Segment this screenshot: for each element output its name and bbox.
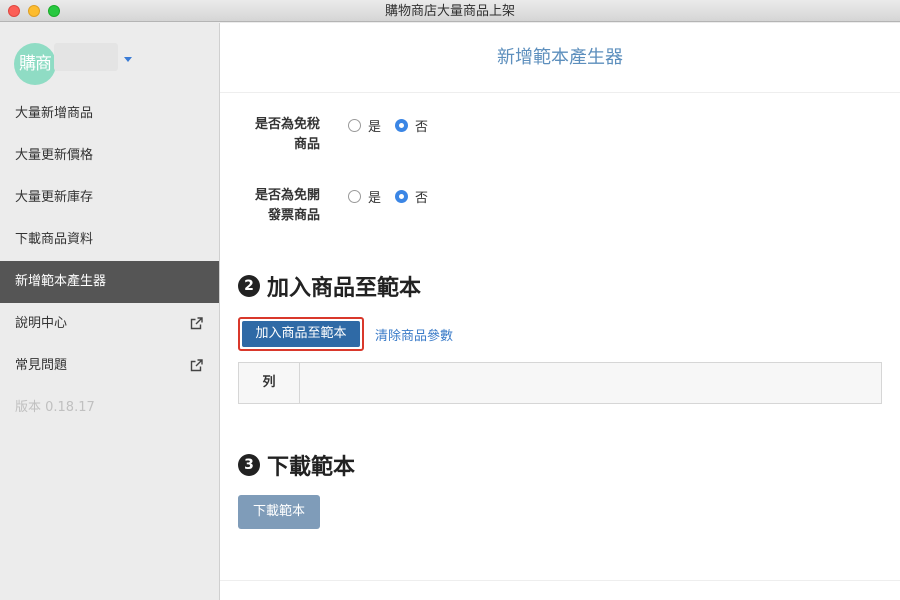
radio-unchecked-icon — [348, 189, 361, 203]
caret-down-icon[interactable] — [124, 57, 132, 62]
invoice-free-radio-group: 是 否 — [348, 186, 442, 206]
tax-free-no-radio[interactable]: 否 — [395, 116, 428, 135]
window-title: 購物商店大量商品上架 — [384, 4, 515, 19]
account-name-field — [54, 43, 118, 71]
invoice-free-label-line1: 是否為免開 — [254, 188, 320, 203]
sidebar: 購商 大量新增商品 大量更新價格 大量更新庫存 下載商品資料 新增範本產生器 說… — [0, 23, 220, 600]
section-add-products-heading: 2 加入商品至範本 — [238, 270, 421, 302]
invoice-free-no-radio[interactable]: 否 — [395, 187, 428, 206]
footer-divider — [220, 580, 900, 581]
sidebar-item-template-generator[interactable]: 新增範本產生器 — [0, 261, 219, 303]
tax-free-label: 是否為免稅 商品 — [220, 115, 320, 155]
radio-label: 否 — [415, 119, 429, 135]
version-label: 版本 0.18.17 — [15, 400, 95, 415]
sidebar-item-label: 新增範本產生器 — [15, 274, 107, 289]
button-label: 加入商品至範本 — [242, 321, 360, 347]
sidebar-item-bulk-price[interactable]: 大量更新價格 — [0, 135, 219, 177]
main-panel: 新增範本產生器 是否為免稅 商品 是 否 是否為免開 發票商品 是 否 2 加入… — [220, 23, 900, 600]
sidebar-nav: 大量新增商品 大量更新價格 大量更新庫存 下載商品資料 新增範本產生器 說明中心… — [0, 93, 219, 429]
table-header-row-number: 列 — [239, 363, 300, 403]
page-title: 新增範本產生器 — [497, 47, 623, 68]
external-link-icon — [190, 317, 203, 330]
radio-checked-icon — [395, 189, 409, 203]
account-switcher[interactable]: 購商 — [14, 43, 214, 85]
product-table: 列 — [238, 362, 882, 404]
close-window-button[interactable] — [8, 5, 20, 17]
sidebar-item-download-data[interactable]: 下載商品資料 — [0, 219, 219, 261]
radio-label: 是 — [368, 190, 382, 206]
sidebar-item-bulk-stock[interactable]: 大量更新庫存 — [0, 177, 219, 219]
avatar: 購商 — [14, 43, 56, 85]
radio-label: 否 — [415, 190, 429, 206]
window-titlebar: 購物商店大量商品上架 — [0, 0, 900, 22]
step-number-badge: 3 — [238, 454, 260, 476]
radio-unchecked-icon — [348, 118, 361, 132]
invoice-free-label-line2: 發票商品 — [267, 208, 320, 223]
download-template-button[interactable]: 下載範本 — [238, 495, 320, 529]
sidebar-item-faq[interactable]: 常見問題 — [0, 345, 219, 387]
radio-label: 是 — [368, 119, 382, 135]
external-link-icon — [190, 359, 203, 372]
sidebar-item-help-center[interactable]: 說明中心 — [0, 303, 219, 345]
step-number-badge: 2 — [238, 275, 260, 297]
sidebar-item-bulk-add[interactable]: 大量新增商品 — [0, 93, 219, 135]
tax-free-radio-group: 是 否 — [348, 115, 442, 135]
section-title: 加入商品至範本 — [267, 276, 422, 301]
sidebar-item-label: 下載商品資料 — [15, 232, 94, 247]
clear-product-params-link[interactable]: 清除商品參數 — [375, 325, 453, 344]
radio-checked-icon — [395, 118, 409, 132]
tax-free-yes-radio[interactable]: 是 — [348, 116, 381, 135]
section-title: 下載範本 — [267, 455, 356, 480]
sidebar-item-label: 常見問題 — [15, 358, 68, 373]
sidebar-item-label: 大量新增商品 — [15, 106, 94, 121]
minimize-window-button[interactable] — [28, 5, 40, 17]
tax-free-label-line1: 是否為免稅 — [254, 117, 320, 132]
tax-free-label-line2: 商品 — [293, 137, 320, 152]
page-header: 新增範本產生器 — [220, 23, 900, 93]
sidebar-item-label: 大量更新庫存 — [15, 190, 94, 205]
section-download-heading: 3 下載範本 — [238, 449, 355, 481]
invoice-free-yes-radio[interactable]: 是 — [348, 187, 381, 206]
table-header-empty — [300, 363, 881, 403]
sidebar-item-label: 說明中心 — [15, 316, 68, 331]
add-products-to-template-button[interactable]: 加入商品至範本 — [238, 317, 364, 351]
sidebar-item-label: 大量更新價格 — [15, 148, 94, 163]
invoice-free-label: 是否為免開 發票商品 — [220, 186, 320, 226]
maximize-window-button[interactable] — [48, 5, 60, 17]
